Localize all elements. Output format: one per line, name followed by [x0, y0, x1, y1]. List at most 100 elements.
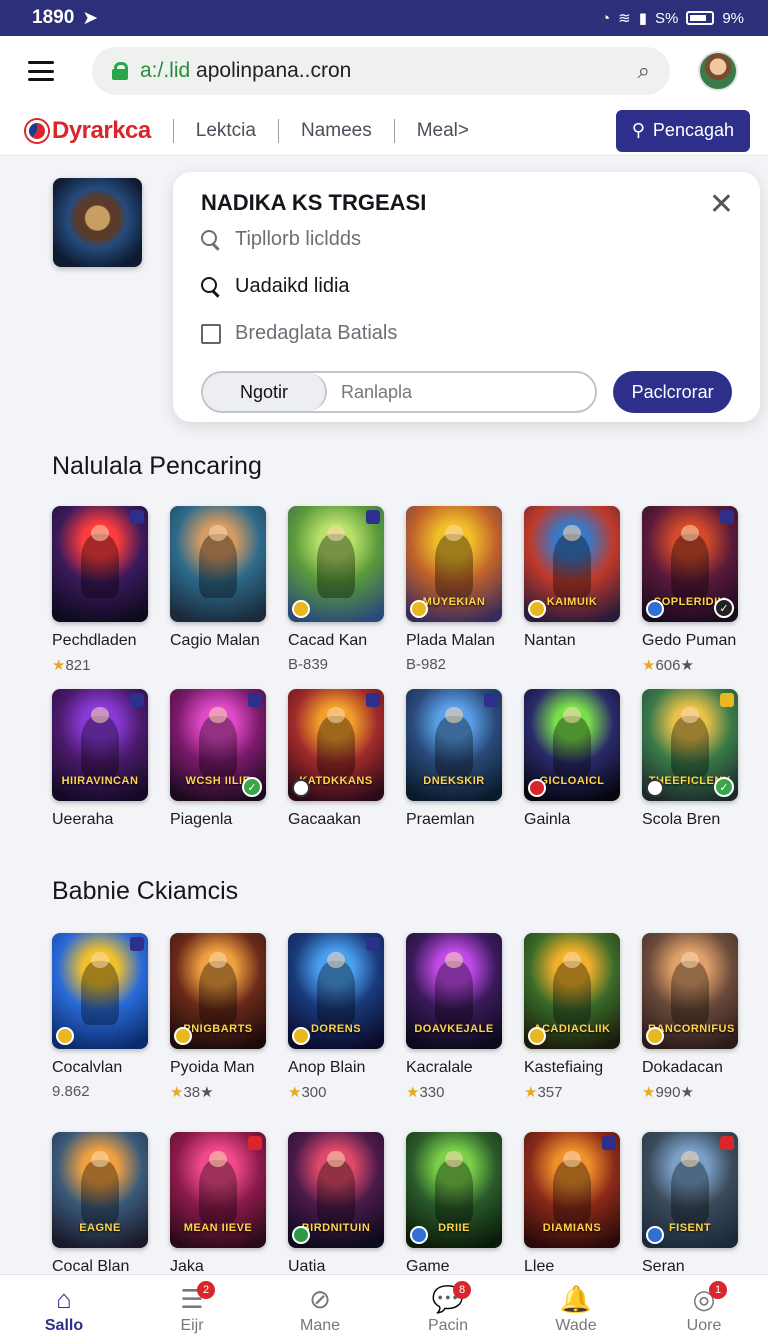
checkbox[interactable]: [201, 323, 221, 344]
game-card[interactable]: KATDKKANS Gacaakan: [288, 689, 384, 829]
game-card[interactable]: KAIMUIK Nantan: [524, 506, 620, 674]
game-cover-image[interactable]: THEEFICLENK ✓: [642, 689, 738, 801]
brand-logo[interactable]: Dyrarkca: [26, 117, 151, 145]
game-cover-image[interactable]: WCSH IILIE ✓: [170, 689, 266, 801]
game-cover-image[interactable]: DORENS: [288, 933, 384, 1049]
game-card[interactable]: DOAVKEJALE Kacralale 330: [406, 933, 502, 1101]
search-input[interactable]: Tipllorb licldds: [201, 228, 732, 251]
game-title[interactable]: Ueeraha: [52, 811, 148, 829]
game-title[interactable]: Gacaakan: [288, 811, 384, 829]
filter-checkbox-row[interactable]: Bredaglata Batials: [201, 322, 732, 345]
cover-figure: [434, 533, 474, 598]
game-card[interactable]: MEAN IIEVE Jaka: [170, 1132, 266, 1276]
game-cover-image[interactable]: SOPLERIDIK ✓: [642, 506, 738, 622]
cover-figure: [198, 1159, 238, 1224]
game-card[interactable]: DORENS Anop Blain 300: [288, 933, 384, 1101]
cover-figure: [670, 715, 710, 778]
game-title[interactable]: Piagenla: [170, 811, 266, 829]
game-title[interactable]: Pechdladen: [52, 632, 148, 650]
segment-active[interactable]: Ngotir: [203, 373, 327, 411]
platform-badge-icon: [646, 1027, 664, 1045]
game-card[interactable]: GICLOAICL Gainla: [524, 689, 620, 829]
game-card[interactable]: SOPLERIDIK✓ Gedo Puman 606★: [642, 506, 738, 674]
game-card[interactable]: RANCORNIFUS Dokadacan 990★: [642, 933, 738, 1101]
game-title[interactable]: Dokadacan: [642, 1059, 738, 1077]
bottom-nav-item[interactable]: ◎ 1 Uore: [649, 1280, 759, 1335]
browser-bar: a:/.lid apolinpana..cron ⌕: [0, 36, 768, 106]
game-cover-image[interactable]: [288, 506, 384, 622]
game-title[interactable]: Cacad Kan: [288, 632, 384, 650]
game-cover-image[interactable]: MEAN IIEVE: [170, 1132, 266, 1248]
game-cover-image[interactable]: HIIRAVINCAN: [52, 689, 148, 801]
game-cover-image[interactable]: KATDKKANS: [288, 689, 384, 801]
game-card[interactable]: MUYEKIAN Plada Malan B-982: [406, 506, 502, 674]
game-title[interactable]: Gedo Puman: [642, 632, 738, 650]
advanced-search-option[interactable]: Uadaikd lidia: [201, 275, 732, 298]
game-title[interactable]: Kacralale: [406, 1059, 502, 1077]
game-card[interactable]: DIAMIANS Llee: [524, 1132, 620, 1276]
game-card[interactable]: BIRDNITUIN Uatia: [288, 1132, 384, 1276]
game-cover-image[interactable]: [52, 933, 148, 1049]
cover-title: DOAVKEJALE: [414, 1023, 494, 1035]
advanced-search-label: Uadaikd lidia: [235, 275, 350, 297]
game-cover-image[interactable]: DNEKSKIR: [406, 689, 502, 801]
game-cover-image[interactable]: RANCORNIFUS: [642, 933, 738, 1049]
game-cover-image[interactable]: PNIGBARTS: [170, 933, 266, 1049]
search-icon[interactable]: ⌕: [638, 58, 650, 84]
game-rating: 821: [52, 656, 148, 674]
game-title[interactable]: Kastefiaing: [524, 1059, 620, 1077]
search-cta-button[interactable]: ⚲ Pencagah: [615, 109, 750, 152]
nav-link-3[interactable]: Meal>: [417, 120, 469, 142]
panel-title: NADIKA KS TRGEASI: [201, 190, 427, 215]
avatar[interactable]: [698, 51, 738, 91]
game-title[interactable]: Plada Malan: [406, 632, 502, 650]
game-cover-image[interactable]: FISENT: [642, 1132, 738, 1248]
game-title[interactable]: Cagio Malan: [170, 632, 266, 650]
game-cover-image[interactable]: [170, 506, 266, 622]
close-icon[interactable]: ✕: [709, 190, 734, 220]
game-title[interactable]: Cocalvlan: [52, 1059, 148, 1077]
game-cover-image[interactable]: DIAMIANS: [524, 1132, 620, 1248]
game-title[interactable]: Nantan: [524, 632, 620, 650]
cover-figure: [670, 533, 710, 598]
game-card[interactable]: WCSH IILIE ✓ Piagenla: [170, 689, 266, 829]
game-title[interactable]: Praemlan: [406, 811, 502, 829]
game-card[interactable]: FISENT Seran: [642, 1132, 738, 1276]
address-bar[interactable]: a:/.lid apolinpana..cron ⌕: [92, 47, 670, 95]
nav-link-2[interactable]: Namees: [301, 120, 372, 142]
game-card[interactable]: Cocalvlan 9.862: [52, 933, 148, 1101]
game-card[interactable]: ACADIACLIIK Kastefiaing 357: [524, 933, 620, 1101]
game-cover-image[interactable]: GICLOAICL: [524, 689, 620, 801]
game-card[interactable]: DNEKSKIR Praemlan: [406, 689, 502, 829]
game-cover-image[interactable]: DOAVKEJALE: [406, 933, 502, 1049]
game-card[interactable]: HIIRAVINCAN Ueeraha: [52, 689, 148, 829]
game-cover-image[interactable]: [52, 506, 148, 622]
game-card[interactable]: Cacad Kan B-839: [288, 506, 384, 674]
game-cover-image[interactable]: DRIIE: [406, 1132, 502, 1248]
submit-button[interactable]: Paclcrorar: [613, 371, 732, 413]
game-title[interactable]: Gainla: [524, 811, 620, 829]
menu-icon[interactable]: [28, 61, 54, 81]
game-card[interactable]: DRIIE Game: [406, 1132, 502, 1276]
game-card[interactable]: Pechdladen 821: [52, 506, 148, 674]
game-cover-image[interactable]: EAGNE: [52, 1132, 148, 1248]
game-cover-image[interactable]: KAIMUIK: [524, 506, 620, 622]
game-cover-image[interactable]: ACADIACLIIK: [524, 933, 620, 1049]
nav-link-1[interactable]: Lektcia: [196, 120, 256, 142]
game-title[interactable]: Pyoida Man: [170, 1059, 266, 1077]
game-cover-image[interactable]: BIRDNITUIN: [288, 1132, 384, 1248]
game-card[interactable]: Cagio Malan: [170, 506, 266, 674]
bottom-nav-item[interactable]: ☰ 2 Eijr: [137, 1280, 247, 1335]
game-cover-image[interactable]: MUYEKIAN: [406, 506, 502, 622]
segment-inactive[interactable]: Ranlapla: [327, 373, 595, 411]
bottom-nav-item[interactable]: 💬 8 Pacin: [393, 1280, 503, 1335]
bottom-nav-item[interactable]: ⌂ Sallo: [9, 1285, 119, 1335]
game-card[interactable]: PNIGBARTS Pyoida Man 38★: [170, 933, 266, 1101]
game-title[interactable]: Anop Blain: [288, 1059, 384, 1077]
game-card[interactable]: THEEFICLENK ✓ Scola Bren: [642, 689, 738, 829]
featured-game-thumbnail[interactable]: [53, 178, 142, 267]
bottom-nav-item[interactable]: ⊘ Mane: [265, 1285, 375, 1335]
bottom-nav-item[interactable]: 🔔 Wade: [521, 1285, 631, 1335]
game-title[interactable]: Scola Bren: [642, 811, 738, 829]
game-card[interactable]: EAGNE Cocal Blan: [52, 1132, 148, 1276]
